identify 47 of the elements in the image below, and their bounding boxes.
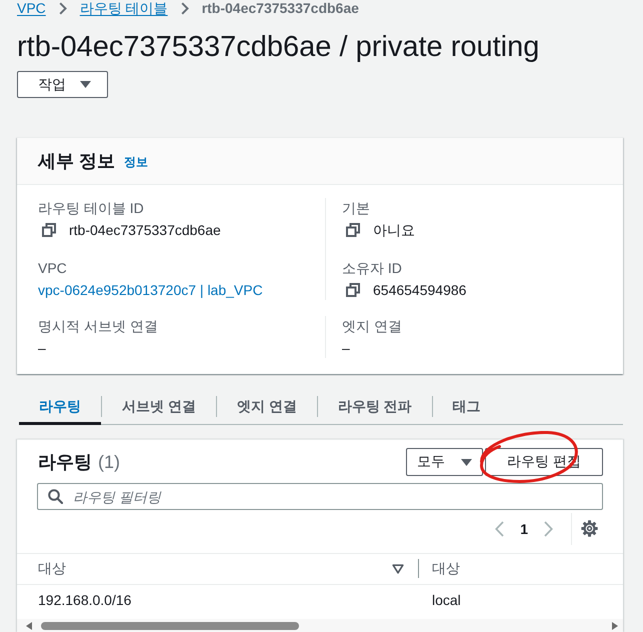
sort-icon[interactable] <box>392 564 404 574</box>
table-cell: local <box>432 592 461 608</box>
settings-icon[interactable] <box>581 520 598 537</box>
field-label: VPC <box>38 259 68 278</box>
field-value: – <box>38 339 46 358</box>
breadcrumb-current: rtb-04ec7375337cdb6ae <box>202 0 359 16</box>
page-number[interactable]: 1 <box>520 520 528 536</box>
column-header: 대상 <box>38 560 66 578</box>
tab[interactable]: 서브넷 연결 <box>102 389 216 425</box>
item-count: (1) <box>98 451 120 474</box>
field-value: – <box>342 339 350 358</box>
info-link[interactable]: 정보 <box>124 154 148 170</box>
section-heading: 세부 정보 <box>38 150 116 173</box>
column-header: 대상 <box>432 560 460 578</box>
field-value-link[interactable]: vpc-0624e952b013720c7 | lab_VPC <box>38 280 263 300</box>
field-label: 라우팅 테이블 ID <box>38 199 145 218</box>
field-label: 명시적 서브넷 연결 <box>38 317 159 336</box>
chevron-right-icon <box>58 2 67 14</box>
scroll-left-icon[interactable] <box>26 622 32 630</box>
caret-down-icon <box>80 81 91 88</box>
actions-dropdown-button[interactable]: 작업 <box>17 71 108 98</box>
horizontal-scrollbar[interactable] <box>17 619 623 632</box>
field-value: 아니요 <box>373 221 415 240</box>
table-cell: 192.168.0.0/16 <box>38 592 132 608</box>
field-label: 엣지 연결 <box>342 317 403 336</box>
tab[interactable]: 엣지 연결 <box>216 389 317 425</box>
field-label: 기본 <box>342 199 371 218</box>
caret-down-icon <box>461 458 472 466</box>
copy-icon[interactable] <box>346 283 360 297</box>
copy-icon[interactable] <box>346 223 360 237</box>
page-title: rtb-04ec7375337cdb6ae / private routing <box>17 30 540 65</box>
field-value: rtb-04ec7375337cdb6ae <box>69 221 221 240</box>
search-field[interactable]: 라우팅 필터링 <box>37 483 603 510</box>
panel-heading: 라우팅 <box>38 451 92 474</box>
search-icon <box>48 489 63 504</box>
breadcrumb-link[interactable]: VPC <box>17 0 46 16</box>
breadcrumb-link[interactable]: 라우팅 테이블 <box>80 0 168 16</box>
chevron-right-icon <box>180 2 189 14</box>
tab[interactable]: 라우팅 <box>19 389 101 425</box>
field-label: 소유자 ID <box>342 259 403 278</box>
tab[interactable]: 태그 <box>432 389 501 425</box>
tab[interactable]: 라우팅 전파 <box>318 389 432 425</box>
copy-icon[interactable] <box>42 223 56 237</box>
field-value: 654654594986 <box>373 281 466 300</box>
scroll-right-icon[interactable] <box>612 622 618 630</box>
scrollbar-thumb[interactable] <box>41 622 299 630</box>
filter-dropdown[interactable]: 모두 <box>406 448 483 476</box>
